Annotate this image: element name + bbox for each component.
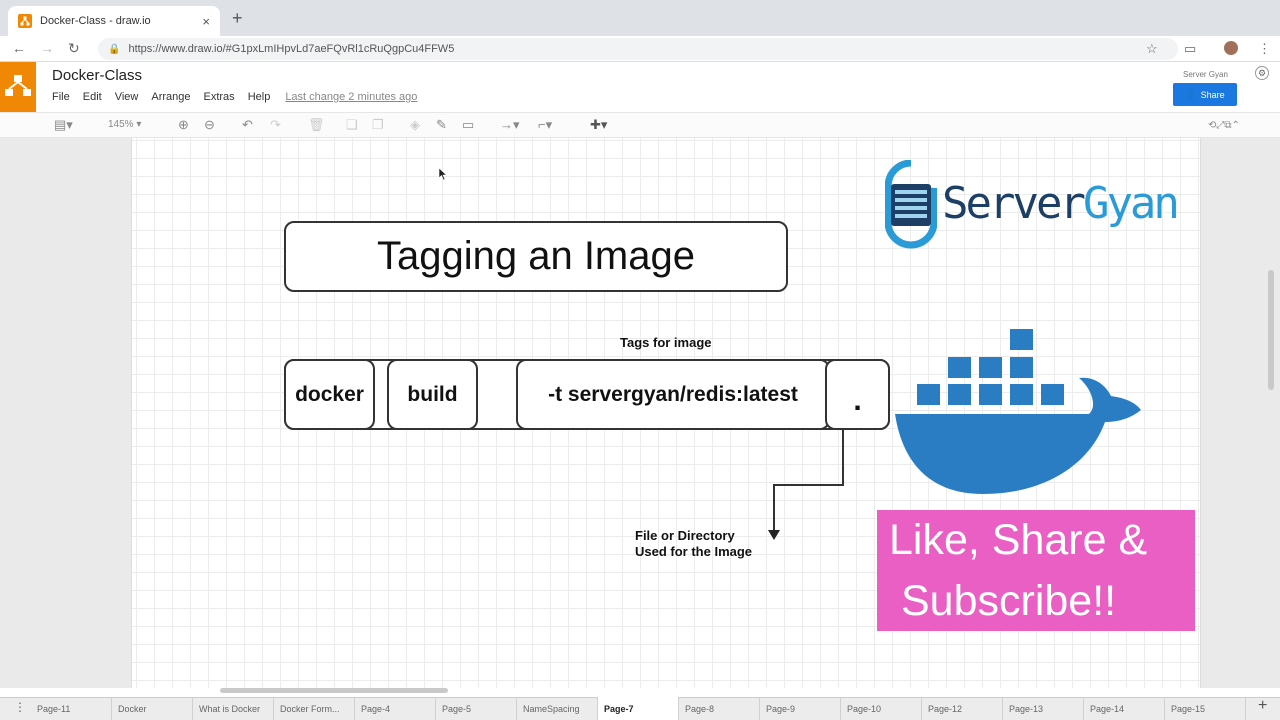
fullscreen-icon[interactable]: ⟲⤢⧉⌃: [1208, 120, 1240, 131]
cmd-dot-text: .: [853, 384, 862, 417]
back-icon[interactable]: ←: [12, 40, 26, 56]
horizontal-scrollbar[interactable]: [220, 688, 448, 693]
cmd-build-text: build: [407, 382, 458, 406]
docker-whale-icon: [895, 329, 1141, 494]
promo-line-1: Like, Share &: [889, 516, 1148, 564]
page-tab[interactable]: Page-9: [760, 697, 841, 720]
page-tab[interactable]: Docker: [112, 697, 193, 720]
shapes-panel: [0, 138, 132, 688]
tags-label[interactable]: Tags for image: [620, 335, 712, 350]
zoom-out-icon[interactable]: ⊖: [204, 117, 215, 133]
connection-icon[interactable]: →▾: [500, 117, 520, 133]
page-tab[interactable]: Page-14: [1084, 697, 1165, 720]
page-tab[interactable]: What is Docker: [193, 697, 274, 720]
browser-tabbar: Docker-Class - draw.io × +: [0, 0, 1280, 36]
document-title[interactable]: Docker-Class: [52, 67, 142, 84]
page-tab-active[interactable]: Page-7: [598, 697, 679, 720]
menu-arrange[interactable]: Arrange: [151, 91, 190, 103]
app-header: [0, 62, 1280, 112]
menu-edit[interactable]: Edit: [83, 91, 102, 103]
line-color-icon[interactable]: ✎: [436, 117, 447, 133]
page-tab[interactable]: Page-13: [1003, 697, 1084, 720]
pages-menu-icon[interactable]: ⋮: [14, 700, 26, 714]
file-directory-label[interactable]: File or Directory Used for the Image: [635, 528, 752, 560]
subscribe-promo-box[interactable]: Like, Share & Subscribe!!: [877, 510, 1195, 631]
servergyan-wordmark: ServerGyan: [942, 178, 1180, 229]
format-panel-icon[interactable]: ▤▾: [54, 117, 73, 133]
last-change-link[interactable]: Last change 2 minutes ago: [285, 91, 417, 103]
cmd-build-box[interactable]: build: [387, 359, 478, 430]
menu-bar: File Edit View Arrange Extras Help Last …: [52, 91, 430, 103]
mouse-cursor-icon: [438, 167, 448, 181]
lock-icon: 🔒: [108, 43, 121, 55]
url-field[interactable]: 🔒 https://www.draw.io/#G1pxLmIHpvLd7aeFQ…: [98, 38, 1178, 60]
page-tab[interactable]: Docker Form...: [274, 697, 355, 720]
cmd-tag-text: -t servergyan/redis:latest: [548, 382, 798, 406]
browser-menu-icon[interactable]: ⋮: [1258, 41, 1271, 57]
page-tab[interactable]: Page-10: [841, 697, 922, 720]
gear-icon[interactable]: ⚙: [1255, 66, 1269, 80]
toolbar: ▤▾ 145% ▾ ⊕ ⊖ ↶ ↷ 🗑 ❏ ❐ ◈ ✎ ▭ →▾ ⌐▾ ✚▾ ⟲…: [0, 112, 1280, 138]
star-icon[interactable]: ☆: [1146, 41, 1158, 57]
wordmark-server: Server: [942, 178, 1086, 229]
drawio-logo-icon: [0, 62, 36, 112]
waypoints-icon[interactable]: ⌐▾: [538, 117, 552, 133]
zoom-in-icon[interactable]: ⊕: [178, 117, 189, 133]
menu-view[interactable]: View: [115, 91, 139, 103]
address-bar: ← → ↻ 🔒 https://www.draw.io/#G1pxLmIHpvL…: [0, 36, 1280, 62]
forward-icon[interactable]: →: [40, 40, 54, 56]
share-label: Share: [1200, 89, 1225, 100]
diagram-title-box[interactable]: Tagging an Image: [284, 221, 788, 292]
format-panel: [1200, 138, 1280, 688]
delete-icon[interactable]: 🗑: [308, 117, 325, 133]
user-name[interactable]: Server Gyan: [1183, 70, 1228, 79]
page-tab[interactable]: Page-8: [679, 697, 760, 720]
page-tab[interactable]: Page-5: [436, 697, 517, 720]
menu-help[interactable]: Help: [248, 91, 271, 103]
redo-icon[interactable]: ↷: [270, 117, 281, 133]
to-front-icon[interactable]: ❏: [346, 117, 358, 133]
shadow-icon[interactable]: ▭: [462, 117, 474, 133]
page-tab[interactable]: Page-12: [922, 697, 1003, 720]
to-back-icon[interactable]: ❐: [372, 117, 384, 133]
undo-icon[interactable]: ↶: [242, 117, 253, 133]
profile-avatar[interactable]: [1224, 41, 1238, 55]
file-label-line2: Used for the Image: [635, 544, 753, 559]
url-text: https://www.draw.io/#G1pxLmIHpvLd7aeFQvR…: [128, 43, 455, 55]
share-user-icon: 👤: [1185, 89, 1197, 99]
cmd-dot-box[interactable]: .: [825, 359, 890, 430]
promo-line-2: Subscribe!!: [901, 577, 1117, 625]
wordmark-gyan: Gyan: [1082, 178, 1180, 229]
diagram-title: Tagging an Image: [376, 234, 695, 278]
file-label-line1: File or Directory: [635, 528, 735, 543]
tab-close-icon[interactable]: ×: [202, 14, 210, 29]
page-tab[interactable]: Page-4: [355, 697, 436, 720]
fill-color-icon[interactable]: ◈: [410, 117, 420, 133]
vertical-scrollbar[interactable]: [1268, 270, 1274, 390]
new-tab-icon[interactable]: +: [232, 8, 243, 29]
cmd-docker-text: docker: [295, 382, 364, 406]
cmd-docker-box[interactable]: docker: [284, 359, 375, 430]
reload-icon[interactable]: ↻: [68, 40, 80, 57]
browser-tab[interactable]: Docker-Class - draw.io ×: [8, 6, 220, 36]
page-tab[interactable]: Page-11: [31, 697, 112, 720]
drawio-favicon-icon: [18, 14, 32, 28]
servergyan-logo-icon: [885, 160, 937, 249]
page-tab[interactable]: Page-15: [1165, 697, 1246, 720]
share-button[interactable]: 👤 Share: [1173, 83, 1237, 106]
cmd-tag-box[interactable]: -t servergyan/redis:latest: [516, 359, 830, 430]
page-tab[interactable]: NameSpacing: [517, 697, 598, 720]
zoom-select[interactable]: 145% ▾: [108, 119, 141, 130]
browser-tab-title: Docker-Class - draw.io: [40, 15, 151, 27]
insert-icon[interactable]: ✚▾: [590, 117, 607, 133]
screen: Docker-Class - draw.io × + ← → ↻ 🔒 https…: [0, 0, 1280, 720]
cast-icon[interactable]: ▭: [1184, 41, 1196, 57]
menu-extras[interactable]: Extras: [204, 91, 235, 103]
add-page-icon[interactable]: +: [1258, 697, 1267, 715]
menu-file[interactable]: File: [52, 91, 70, 103]
zoom-value: 145%: [108, 119, 134, 130]
